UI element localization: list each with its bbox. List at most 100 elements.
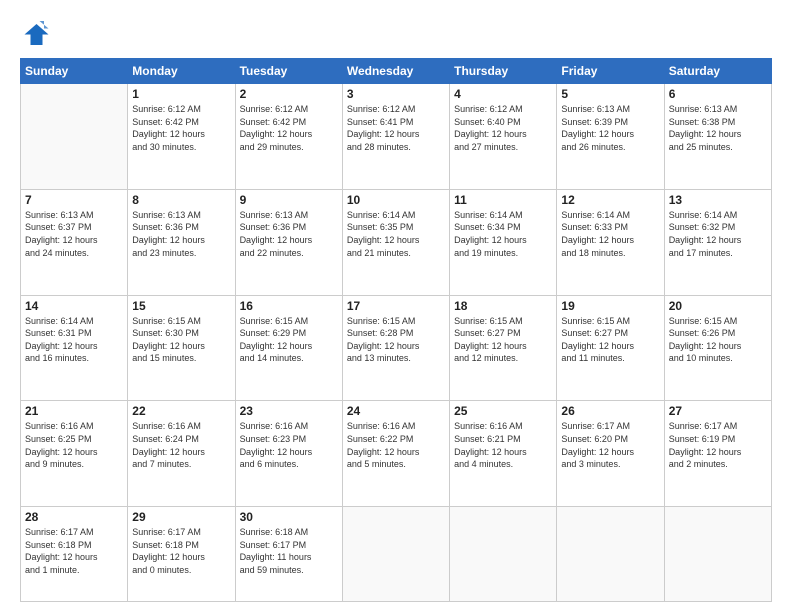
calendar-cell: 10 Sunrise: 6:14 AM Sunset: 6:35 PM Dayli… [342, 189, 449, 295]
weekday-tuesday: Tuesday [235, 59, 342, 84]
calendar-cell: 22 Sunrise: 6:16 AM Sunset: 6:24 PM Dayli… [128, 401, 235, 507]
day-info: Sunrise: 6:15 AM Sunset: 6:27 PM Dayligh… [561, 315, 659, 365]
day-number: 13 [669, 193, 767, 207]
calendar-cell: 23 Sunrise: 6:16 AM Sunset: 6:23 PM Dayli… [235, 401, 342, 507]
calendar-cell: 17 Sunrise: 6:15 AM Sunset: 6:28 PM Dayli… [342, 295, 449, 401]
calendar-cell: 27 Sunrise: 6:17 AM Sunset: 6:19 PM Dayli… [664, 401, 771, 507]
calendar-cell: 5Sunrise: 6:13 AM Sunset: 6:39 PM Daylig… [557, 84, 664, 190]
calendar-cell: 29 Sunrise: 6:17 AM Sunset: 6:18 PM Dayli… [128, 507, 235, 602]
day-info: Sunrise: 6:17 AM Sunset: 6:19 PM Dayligh… [669, 420, 767, 470]
calendar-cell: 3 Sunrise: 6:12 AM Sunset: 6:41 PM Daylig… [342, 84, 449, 190]
week-row-0: 1Sunrise: 6:12 AM Sunset: 6:42 PM Daylig… [21, 84, 772, 190]
day-number: 8 [132, 193, 230, 207]
day-info: Sunrise: 6:14 AM Sunset: 6:31 PM Dayligh… [25, 315, 123, 365]
day-info: Sunrise: 6:15 AM Sunset: 6:30 PM Dayligh… [132, 315, 230, 365]
day-info: Sunrise: 6:14 AM Sunset: 6:34 PM Dayligh… [454, 209, 552, 259]
day-number: 3 [347, 87, 445, 101]
day-info: Sunrise: 6:12 AM Sunset: 6:42 PM Dayligh… [132, 103, 230, 153]
calendar-cell: 9 Sunrise: 6:13 AM Sunset: 6:36 PM Daylig… [235, 189, 342, 295]
calendar-cell: 14 Sunrise: 6:14 AM Sunset: 6:31 PM Dayli… [21, 295, 128, 401]
day-number: 24 [347, 404, 445, 418]
calendar-cell [21, 84, 128, 190]
day-number: 19 [561, 299, 659, 313]
day-number: 21 [25, 404, 123, 418]
header [20, 18, 772, 48]
calendar-cell: 16 Sunrise: 6:15 AM Sunset: 6:29 PM Dayli… [235, 295, 342, 401]
calendar-cell: 21 Sunrise: 6:16 AM Sunset: 6:25 PM Dayli… [21, 401, 128, 507]
weekday-wednesday: Wednesday [342, 59, 449, 84]
day-number: 29 [132, 510, 230, 524]
calendar-cell: 7 Sunrise: 6:13 AM Sunset: 6:37 PM Daylig… [21, 189, 128, 295]
weekday-header-row: SundayMondayTuesdayWednesdayThursdayFrid… [21, 59, 772, 84]
day-info: Sunrise: 6:15 AM Sunset: 6:27 PM Dayligh… [454, 315, 552, 365]
day-number: 14 [25, 299, 123, 313]
weekday-friday: Friday [557, 59, 664, 84]
day-info: Sunrise: 6:16 AM Sunset: 6:23 PM Dayligh… [240, 420, 338, 470]
calendar-cell: 6 Sunrise: 6:13 AM Sunset: 6:38 PM Daylig… [664, 84, 771, 190]
day-number: 20 [669, 299, 767, 313]
calendar-cell: 8 Sunrise: 6:13 AM Sunset: 6:36 PM Daylig… [128, 189, 235, 295]
calendar-cell: 1Sunrise: 6:12 AM Sunset: 6:42 PM Daylig… [128, 84, 235, 190]
day-info: Sunrise: 6:16 AM Sunset: 6:22 PM Dayligh… [347, 420, 445, 470]
day-info: Sunrise: 6:16 AM Sunset: 6:21 PM Dayligh… [454, 420, 552, 470]
day-number: 28 [25, 510, 123, 524]
calendar-cell: 15 Sunrise: 6:15 AM Sunset: 6:30 PM Dayli… [128, 295, 235, 401]
day-info: Sunrise: 6:15 AM Sunset: 6:26 PM Dayligh… [669, 315, 767, 365]
day-info: Sunrise: 6:13 AM Sunset: 6:38 PM Dayligh… [669, 103, 767, 153]
week-row-1: 7 Sunrise: 6:13 AM Sunset: 6:37 PM Daylig… [21, 189, 772, 295]
day-number: 17 [347, 299, 445, 313]
calendar-cell: 11 Sunrise: 6:14 AM Sunset: 6:34 PM Dayli… [450, 189, 557, 295]
calendar-cell [342, 507, 449, 602]
day-info: Sunrise: 6:12 AM Sunset: 6:41 PM Dayligh… [347, 103, 445, 153]
calendar-cell: 30 Sunrise: 6:18 AM Sunset: 6:17 PM Dayli… [235, 507, 342, 602]
day-number: 30 [240, 510, 338, 524]
day-number: 5 [561, 87, 659, 101]
day-info: Sunrise: 6:13 AM Sunset: 6:37 PM Dayligh… [25, 209, 123, 259]
day-number: 22 [132, 404, 230, 418]
calendar-cell: 26Sunrise: 6:17 AM Sunset: 6:20 PM Dayli… [557, 401, 664, 507]
day-info: Sunrise: 6:15 AM Sunset: 6:29 PM Dayligh… [240, 315, 338, 365]
day-info: Sunrise: 6:14 AM Sunset: 6:35 PM Dayligh… [347, 209, 445, 259]
day-number: 10 [347, 193, 445, 207]
calendar-cell: 19 Sunrise: 6:15 AM Sunset: 6:27 PM Dayli… [557, 295, 664, 401]
day-number: 12 [561, 193, 659, 207]
day-info: Sunrise: 6:17 AM Sunset: 6:18 PM Dayligh… [25, 526, 123, 576]
day-info: Sunrise: 6:13 AM Sunset: 6:36 PM Dayligh… [132, 209, 230, 259]
calendar-cell: 12Sunrise: 6:14 AM Sunset: 6:33 PM Dayli… [557, 189, 664, 295]
day-info: Sunrise: 6:12 AM Sunset: 6:42 PM Dayligh… [240, 103, 338, 153]
week-row-2: 14 Sunrise: 6:14 AM Sunset: 6:31 PM Dayli… [21, 295, 772, 401]
calendar-cell: 2 Sunrise: 6:12 AM Sunset: 6:42 PM Daylig… [235, 84, 342, 190]
weekday-sunday: Sunday [21, 59, 128, 84]
calendar: SundayMondayTuesdayWednesdayThursdayFrid… [20, 58, 772, 602]
weekday-saturday: Saturday [664, 59, 771, 84]
logo-icon [20, 18, 50, 48]
logo [20, 18, 54, 48]
calendar-cell: 18Sunrise: 6:15 AM Sunset: 6:27 PM Dayli… [450, 295, 557, 401]
day-number: 15 [132, 299, 230, 313]
day-number: 27 [669, 404, 767, 418]
day-number: 9 [240, 193, 338, 207]
week-row-3: 21 Sunrise: 6:16 AM Sunset: 6:25 PM Dayli… [21, 401, 772, 507]
day-info: Sunrise: 6:16 AM Sunset: 6:24 PM Dayligh… [132, 420, 230, 470]
day-number: 23 [240, 404, 338, 418]
day-info: Sunrise: 6:13 AM Sunset: 6:36 PM Dayligh… [240, 209, 338, 259]
day-number: 6 [669, 87, 767, 101]
day-info: Sunrise: 6:16 AM Sunset: 6:25 PM Dayligh… [25, 420, 123, 470]
day-info: Sunrise: 6:18 AM Sunset: 6:17 PM Dayligh… [240, 526, 338, 576]
calendar-cell [450, 507, 557, 602]
day-number: 2 [240, 87, 338, 101]
calendar-cell [664, 507, 771, 602]
day-number: 11 [454, 193, 552, 207]
calendar-cell: 24 Sunrise: 6:16 AM Sunset: 6:22 PM Dayli… [342, 401, 449, 507]
day-info: Sunrise: 6:17 AM Sunset: 6:18 PM Dayligh… [132, 526, 230, 576]
calendar-cell: 13Sunrise: 6:14 AM Sunset: 6:32 PM Dayli… [664, 189, 771, 295]
day-number: 25 [454, 404, 552, 418]
calendar-cell: 20 Sunrise: 6:15 AM Sunset: 6:26 PM Dayli… [664, 295, 771, 401]
day-info: Sunrise: 6:15 AM Sunset: 6:28 PM Dayligh… [347, 315, 445, 365]
calendar-cell: 25 Sunrise: 6:16 AM Sunset: 6:21 PM Dayli… [450, 401, 557, 507]
weekday-monday: Monday [128, 59, 235, 84]
day-number: 4 [454, 87, 552, 101]
week-row-4: 28 Sunrise: 6:17 AM Sunset: 6:18 PM Dayli… [21, 507, 772, 602]
day-number: 7 [25, 193, 123, 207]
day-number: 16 [240, 299, 338, 313]
